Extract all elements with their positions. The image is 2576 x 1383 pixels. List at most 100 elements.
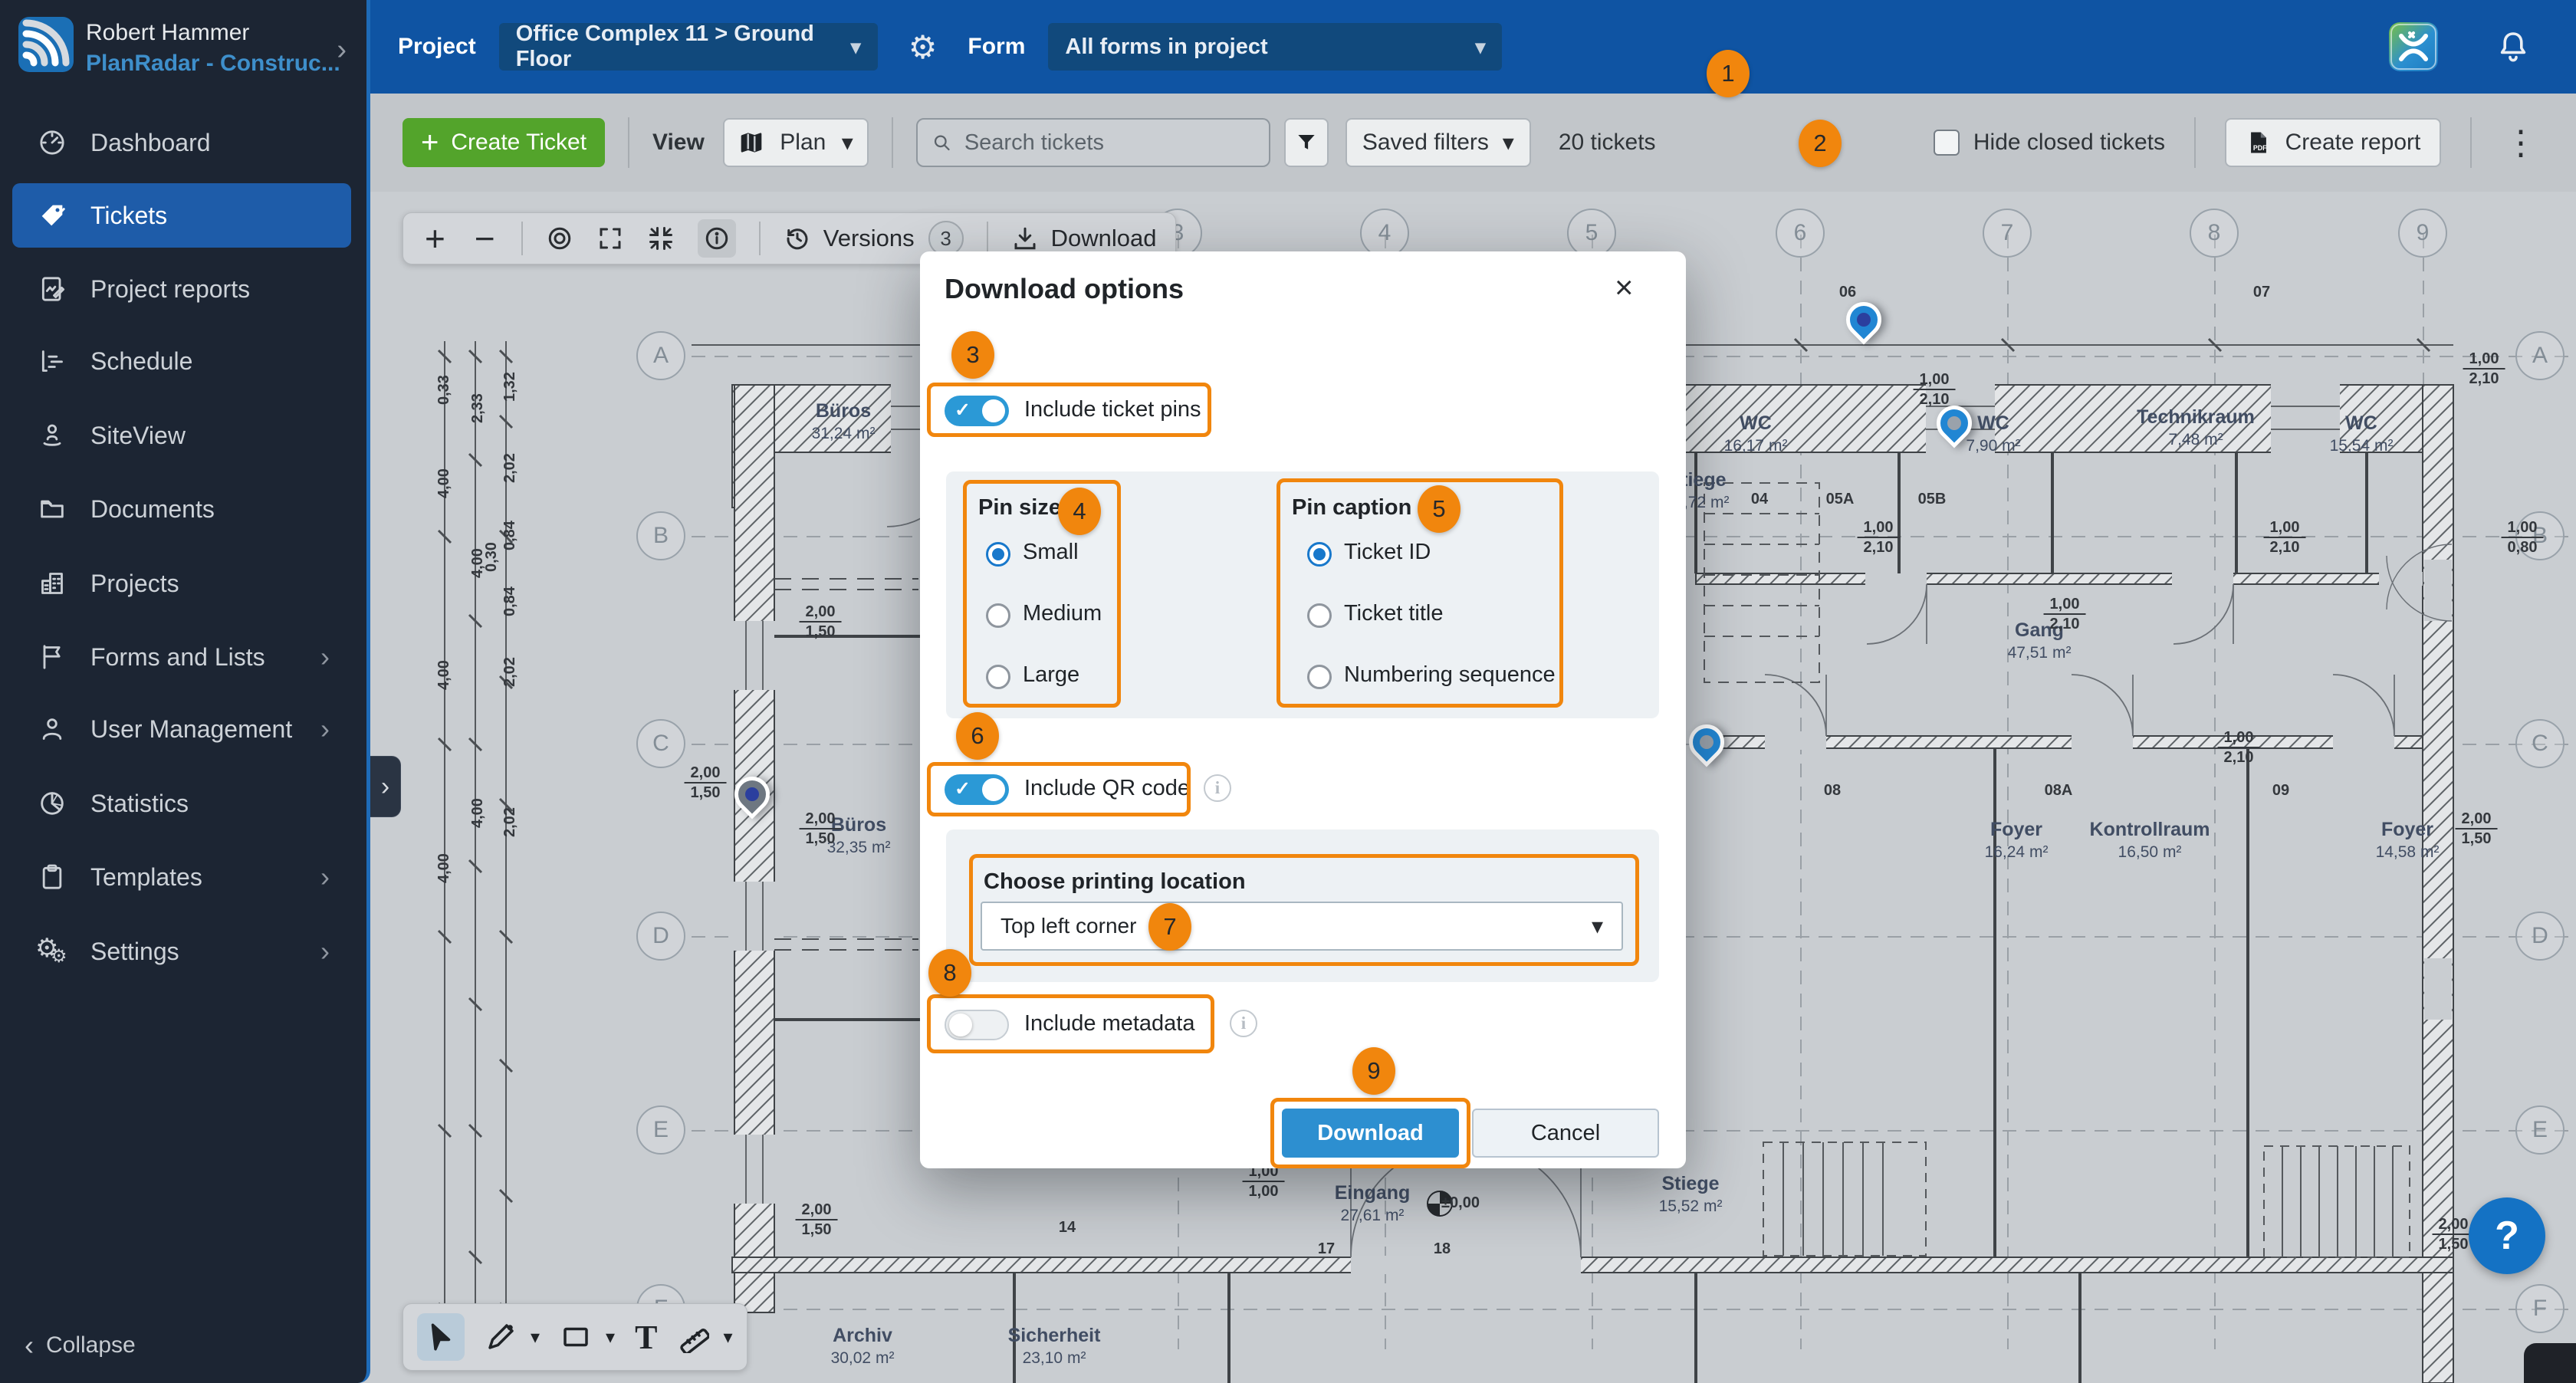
include-metadata-toggle[interactable] <box>945 1010 1009 1040</box>
pin-caption-ticket-id-radio[interactable] <box>1307 542 1332 567</box>
check-icon: ✓ <box>955 777 971 800</box>
divider <box>2194 117 2196 168</box>
measure-tool-button[interactable] <box>677 1321 709 1353</box>
sidebar-item-siteview[interactable]: SiteView <box>12 403 351 468</box>
divider <box>2470 117 2472 168</box>
planradar-logo-icon[interactable] <box>18 17 74 72</box>
pin-caption-numbering-radio[interactable] <box>1307 665 1332 689</box>
chevron-down-icon: ▾ <box>842 130 853 156</box>
ruler-icon <box>677 1321 709 1353</box>
view-mode-dropdown[interactable]: Plan ▾ <box>723 118 869 167</box>
search-input[interactable] <box>963 130 1255 156</box>
help-button[interactable]: ? <box>2469 1197 2545 1274</box>
sidebar-item-tickets[interactable]: Tickets <box>12 183 351 248</box>
rectangle-icon <box>560 1321 592 1353</box>
saved-filters-dropdown[interactable]: Saved filters ▾ <box>1346 118 1531 167</box>
map-icon <box>738 130 764 156</box>
metadata-info-icon[interactable]: i <box>1230 1010 1257 1037</box>
chevron-down-icon[interactable]: ▾ <box>606 1326 615 1349</box>
zoom-in-button[interactable]: + <box>422 221 449 256</box>
account-name: PlanRadar - Construc... <box>86 51 340 77</box>
sidebar-item-projects[interactable]: Projects <box>12 551 351 616</box>
ticket-pin[interactable] <box>1846 302 1889 356</box>
ticket-pin[interactable] <box>1689 724 1732 778</box>
chevron-down-icon[interactable]: ▾ <box>531 1326 540 1349</box>
cursor-icon <box>425 1321 457 1353</box>
pin-icon <box>1681 717 1731 767</box>
tickets-toolbar: + Create Ticket View Plan ▾ Saved filter… <box>370 94 2576 192</box>
funnel-icon <box>1295 131 1318 154</box>
plus-icon: + <box>421 126 439 160</box>
sidebar-item-project-reports[interactable]: Project reports <box>12 257 351 321</box>
user-menu-chevron-icon[interactable]: › <box>337 34 347 67</box>
chevron-down-icon: ▾ <box>1475 35 1485 59</box>
user-management-icon <box>37 714 67 744</box>
chevron-right-icon: › <box>320 641 330 673</box>
form-label: Form <box>968 34 1025 60</box>
hide-closed-checkbox[interactable] <box>1934 130 1960 156</box>
chevron-left-icon: ‹ <box>25 1329 34 1362</box>
sidebar-item-schedule[interactable]: Schedule <box>12 329 351 393</box>
include-ticket-pins-toggle[interactable]: ✓ <box>945 396 1009 426</box>
download-options-modal: Download options × ✓ Include ticket pins… <box>920 251 1686 1168</box>
sidebar: Robert Hammer PlanRadar - Construc... › … <box>0 0 370 1383</box>
text-tool-button[interactable]: T <box>635 1318 657 1357</box>
select-tool-button[interactable] <box>417 1313 465 1361</box>
fullscreen-expand-icon[interactable] <box>596 225 624 252</box>
project-settings-gear-icon[interactable]: ⚙ <box>904 28 942 67</box>
create-report-button[interactable]: PDF Create report <box>2225 118 2441 167</box>
close-icon[interactable]: × <box>1610 268 1638 307</box>
zoom-out-button[interactable]: − <box>472 221 498 256</box>
pin-size-label: Pin size <box>978 495 1061 521</box>
sidebar-item-forms-and-lists[interactable]: Forms and Lists › <box>12 625 351 689</box>
pin-size-medium-radio[interactable] <box>986 603 1010 628</box>
fullscreen-collapse-icon[interactable] <box>647 225 675 252</box>
include-qr-code-toggle[interactable]: ✓ <box>945 774 1009 805</box>
pin-caption-ticket-title-radio[interactable] <box>1307 603 1332 628</box>
chevron-right-icon: › <box>320 861 330 893</box>
project-dropdown[interactable]: Office Complex 11 > Ground Floor ▾ <box>499 23 878 71</box>
filter-button[interactable] <box>1284 118 1329 167</box>
modal-title: Download options <box>945 273 1184 305</box>
divider <box>521 222 523 255</box>
plan-info-button[interactable] <box>698 219 736 258</box>
sidebar-item-dashboard[interactable]: Dashboard <box>12 110 351 175</box>
more-options-kebab-icon[interactable]: ⋮ <box>2499 123 2542 163</box>
sidebar-item-settings[interactable]: ⚙⚙ Settings › <box>12 919 351 984</box>
sidebar-item-user-management[interactable]: User Management › <box>12 697 351 761</box>
modal-cancel-button[interactable]: Cancel <box>1472 1109 1659 1158</box>
sidebar-item-statistics[interactable]: Statistics <box>12 771 351 836</box>
printing-location-select[interactable]: Top left corner ▾ <box>981 902 1623 951</box>
chevron-right-icon: › <box>381 772 389 802</box>
divider <box>892 117 893 168</box>
chat-widget-corner[interactable] <box>2524 1343 2576 1383</box>
app-switcher-icon[interactable] <box>2389 22 2438 71</box>
pin-size-small-radio[interactable] <box>986 542 1010 567</box>
ticket-pin[interactable] <box>1937 406 1980 459</box>
collapse-sidebar-button[interactable]: ‹ Collapse <box>25 1329 136 1362</box>
pin-size-large-radio[interactable] <box>986 665 1010 689</box>
include-ticket-pins-label: Include ticket pins <box>1024 397 1201 422</box>
pin-icon <box>727 769 777 819</box>
history-icon <box>784 225 811 252</box>
focus-target-icon[interactable] <box>546 225 573 252</box>
sidebar-item-documents[interactable]: Documents <box>12 477 351 541</box>
pen-tool-button[interactable] <box>485 1321 517 1353</box>
expand-panel-tab[interactable]: › <box>370 756 401 817</box>
documents-icon <box>37 494 67 524</box>
form-dropdown[interactable]: All forms in project ▾ <box>1048 23 1502 71</box>
modal-download-button[interactable]: Download <box>1282 1109 1459 1158</box>
sidebar-item-templates[interactable]: Templates › <box>12 845 351 909</box>
notifications-bell-icon[interactable] <box>2495 28 2532 65</box>
search-icon <box>932 131 952 154</box>
ticket-pin[interactable] <box>734 777 777 830</box>
qr-info-icon[interactable]: i <box>1204 774 1231 802</box>
plan-download-button[interactable]: Download <box>1011 225 1157 252</box>
top-header: Project Office Complex 11 > Ground Floor… <box>370 0 2576 94</box>
shape-tool-button[interactable] <box>560 1321 592 1353</box>
create-ticket-button[interactable]: + Create Ticket <box>402 118 605 167</box>
chevron-down-icon: ▾ <box>851 35 861 59</box>
chevron-down-icon[interactable]: ▾ <box>723 1326 732 1349</box>
printing-location-label: Choose printing location <box>984 869 1246 895</box>
project-label: Project <box>398 34 476 60</box>
